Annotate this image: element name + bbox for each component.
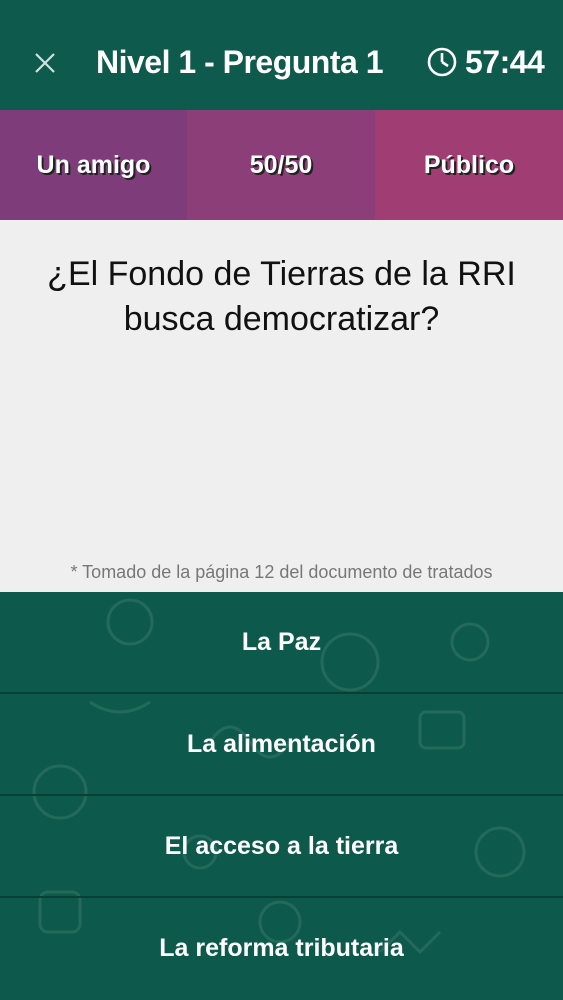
lifeline-friend-button[interactable]: Un amigo: [0, 110, 187, 220]
clock-icon: [425, 45, 459, 79]
answer-option-3-label: El acceso a la tierra: [164, 831, 399, 860]
lifeline-5050-button[interactable]: 50/50: [187, 110, 375, 220]
answer-option-4-label: La reforma tributaria: [159, 933, 404, 962]
close-button[interactable]: [28, 44, 64, 80]
answer-option-2-label: La alimentación: [187, 729, 376, 758]
answer-option-1-label: La Paz: [241, 627, 322, 656]
question-panel: ¿El Fondo de Tierras de la RRI busca dem…: [0, 220, 563, 592]
source-note: * Tomado de la página 12 del documento d…: [70, 562, 493, 582]
answer-option-3[interactable]: El acceso a la tierra: [0, 796, 563, 896]
lifeline-5050-label: 50/50: [249, 150, 313, 179]
question-text: ¿El Fondo de Tierras de la RRI busca dem…: [47, 255, 516, 338]
lifeline-public-label: Público: [423, 150, 515, 179]
top-bar: Nivel 1 - Pregunta 1 57:44: [0, 0, 563, 110]
answer-option-1[interactable]: La Paz: [0, 592, 563, 692]
lifeline-friend-label: Un amigo: [36, 150, 151, 179]
timer-value: 57:44: [465, 44, 545, 80]
close-icon: [28, 44, 64, 80]
lifelines-bar: Un amigo 50/50 Público: [0, 110, 563, 220]
answer-option-4[interactable]: La reforma tributaria: [0, 898, 563, 998]
answers-panel: La Paz La alimentación El acceso a la ti…: [0, 592, 563, 1000]
lifeline-public-button[interactable]: Público: [375, 110, 563, 220]
countdown-timer: 57:44: [425, 38, 545, 86]
answer-option-2[interactable]: La alimentación: [0, 694, 563, 794]
page-title: Nivel 1 - Pregunta 1: [96, 44, 383, 80]
